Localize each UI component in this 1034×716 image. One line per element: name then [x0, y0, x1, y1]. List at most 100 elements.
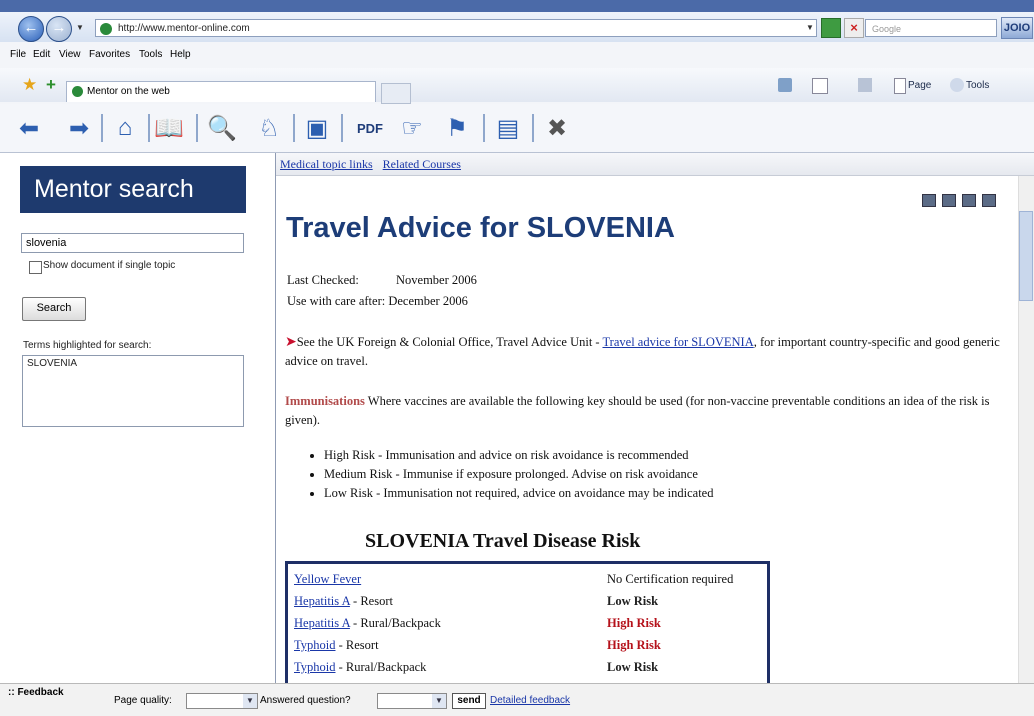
scrollbar-thumb[interactable]: [1019, 211, 1033, 301]
immunisations-label: Immunisations: [285, 394, 365, 408]
refresh-button[interactable]: [821, 18, 841, 38]
chevron-down-icon: ▼: [432, 694, 446, 708]
image-icon[interactable]: ▣: [300, 112, 334, 144]
risk-key-list: High Risk - Immunisation and advice on r…: [304, 446, 713, 503]
table-row: Typhoid - Rural/Backpack Low Risk: [294, 656, 764, 678]
disease-link[interactable]: Yellow Fever: [294, 572, 361, 586]
related-courses-link[interactable]: Related Courses: [383, 157, 461, 171]
book-icon[interactable]: 📖: [152, 112, 186, 144]
risk-key-low: Low Risk - Immunisation not required, ad…: [324, 484, 713, 503]
detailed-feedback-link[interactable]: Detailed feedback: [490, 695, 570, 706]
risk-value: No Certification required: [607, 572, 734, 586]
person-search-icon[interactable]: ♘: [252, 112, 286, 144]
table-row: Hepatitis A - Resort Low Risk: [294, 590, 764, 612]
toolbar-divider: [148, 114, 150, 142]
address-row: ← → ▼ http://www.mentor-online.com ▼ × G…: [0, 12, 1034, 42]
send-button[interactable]: send: [452, 693, 486, 709]
toolbar-divider: [532, 114, 534, 142]
search-sidebar: Mentor search slovenia Show document if …: [0, 153, 276, 683]
stop-button[interactable]: ×: [844, 18, 864, 38]
search-button[interactable]: Search: [22, 297, 86, 321]
search-input[interactable]: slovenia: [21, 233, 244, 253]
fco-intro: See the UK Foreign & Colonial Office, Tr…: [296, 335, 603, 349]
disease-suffix: - Resort: [349, 594, 393, 608]
main-content: Travel Advice for SLOVENIA Last Checked:…: [276, 176, 1018, 683]
zoom-search-icon[interactable]: 🔍: [205, 112, 239, 144]
answered-question-label: Answered question?: [260, 695, 351, 706]
forward-button[interactable]: →: [46, 16, 72, 42]
disease-link[interactable]: Typhoid: [294, 638, 336, 652]
tools-menu[interactable]: Tools: [966, 80, 989, 91]
medical-topic-links-link[interactable]: Medical topic links: [280, 157, 373, 171]
risk-key-high: High Risk - Immunisation and advice on r…: [324, 446, 713, 465]
sidebar-title: Mentor search: [20, 166, 246, 213]
back-arrow-icon[interactable]: ⬅: [14, 112, 44, 144]
tab-title: Mentor on the web: [87, 86, 170, 97]
browser-search-input[interactable]: Google: [865, 19, 997, 37]
page-quality-label: Page quality:: [114, 695, 172, 706]
forward-arrow-icon[interactable]: ➡: [64, 112, 94, 144]
menu-bar: File Edit View Favorites Tools Help: [0, 44, 1034, 66]
tools-icon[interactable]: ✖: [540, 112, 574, 144]
table-row: Hepatitis A - Rural/Backpack High Risk: [294, 612, 764, 634]
window-icon[interactable]: [982, 194, 996, 207]
disease-link[interactable]: Typhoid: [294, 660, 336, 674]
page-action-icons: [922, 194, 996, 207]
answered-question-select[interactable]: ▼: [377, 693, 447, 709]
favorites-star-icon[interactable]: ★: [22, 75, 37, 95]
toolbar-divider: [341, 114, 343, 142]
menu-edit[interactable]: Edit: [33, 44, 50, 66]
risk-value: High Risk: [607, 616, 661, 630]
print-icon[interactable]: [858, 78, 872, 92]
link-bar: Medical topic links Related Courses: [276, 153, 1034, 176]
print-page-icon[interactable]: [942, 194, 956, 207]
terms-label: Terms highlighted for search:: [23, 340, 152, 351]
last-checked-value: November 2006: [396, 273, 477, 287]
disease-suffix: - Rural/Backpack: [335, 660, 427, 674]
feedback-label: :: Feedback: [8, 687, 64, 698]
table-row: Typhoid - Resort High Risk: [294, 634, 764, 656]
table-row: Yellow Fever No Certification required: [294, 568, 764, 590]
red-arrow-icon: ➤: [285, 335, 297, 350]
menu-view[interactable]: View: [59, 44, 81, 66]
document-icon[interactable]: ▤: [493, 112, 523, 144]
home-command-icon[interactable]: [778, 78, 792, 92]
browser-tab[interactable]: Mentor on the web: [66, 81, 376, 102]
pointer-icon[interactable]: ☞: [395, 112, 429, 144]
new-tab-button[interactable]: [381, 83, 411, 104]
terms-textarea[interactable]: SLOVENIA: [22, 355, 244, 427]
back-button[interactable]: ←: [18, 16, 44, 42]
page-title: Travel Advice for SLOVENIA: [286, 212, 675, 244]
disease-link[interactable]: Hepatitis A: [294, 616, 350, 630]
window-top-strip: [0, 0, 1034, 12]
disease-link[interactable]: Hepatitis A: [294, 594, 350, 608]
ie-page-icon: [100, 23, 112, 35]
address-bar[interactable]: http://www.mentor-online.com: [95, 19, 817, 37]
save-icon[interactable]: [922, 194, 936, 207]
menu-favorites[interactable]: Favorites: [89, 44, 130, 66]
add-favorite-icon[interactable]: +: [46, 75, 56, 95]
risk-value: Low Risk: [607, 594, 659, 608]
email-icon[interactable]: [962, 194, 976, 207]
pdf-icon[interactable]: PDF: [350, 112, 390, 144]
feedback-bar: :: Feedback Page quality: ▼ Answered que…: [0, 683, 1034, 716]
search-go-button[interactable]: JOIO: [1001, 17, 1033, 39]
menu-help[interactable]: Help: [170, 44, 191, 66]
home-icon[interactable]: ⌂: [108, 112, 142, 144]
menu-file[interactable]: File: [10, 44, 26, 66]
page-quality-select[interactable]: ▼: [186, 693, 258, 709]
address-dropdown-icon[interactable]: ▼: [803, 19, 817, 37]
flag-icon[interactable]: ⚑: [440, 112, 474, 144]
fco-travel-advice-link[interactable]: Travel advice for SLOVENIA: [602, 335, 753, 349]
chevron-down-icon: ▼: [243, 694, 257, 708]
history-dropdown-icon[interactable]: ▼: [73, 19, 87, 37]
tools-gear-icon: [950, 78, 964, 92]
disease-suffix: - Rural/Backpack: [349, 616, 441, 630]
menu-tools[interactable]: Tools: [139, 44, 162, 66]
toolbar-divider: [196, 114, 198, 142]
single-topic-checkbox[interactable]: [29, 261, 42, 274]
page-menu[interactable]: Page: [908, 80, 931, 91]
feeds-icon[interactable]: [812, 78, 828, 94]
risk-table: Yellow Fever No Certification required H…: [285, 561, 770, 683]
toolbar-divider: [293, 114, 295, 142]
